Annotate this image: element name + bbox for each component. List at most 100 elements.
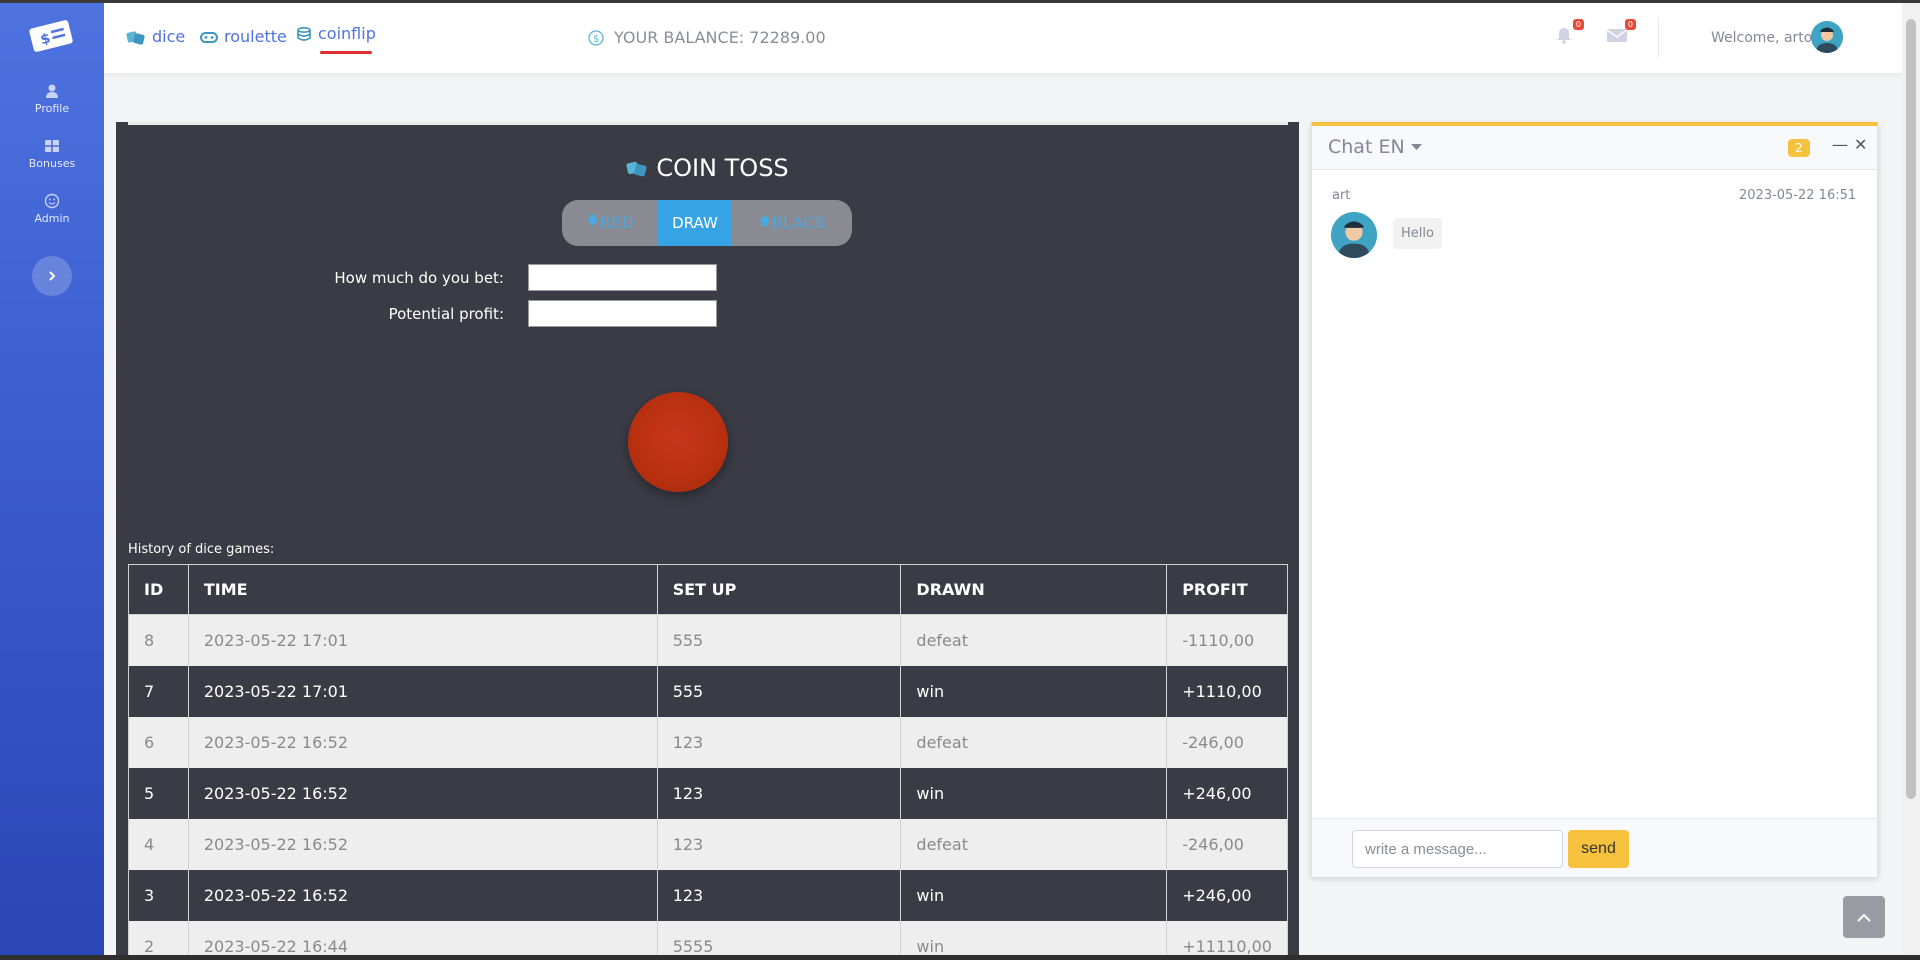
nav-label: dice: [152, 27, 186, 46]
panel-top-border: [128, 122, 1288, 125]
sidebar-toggle-button[interactable]: [32, 256, 72, 296]
chevron-right-icon: [49, 271, 56, 281]
chat-footer: send: [1312, 818, 1877, 877]
dice-icon: [126, 30, 145, 45]
red-option-button[interactable]: 🡇 RED: [562, 200, 658, 246]
nav-label: coinflip: [318, 24, 376, 43]
sidebar-item-label: Profile: [34, 102, 70, 115]
table-row: 5 2023-05-22 16:52 123 win +246,00: [128, 767, 1288, 819]
bet-input[interactable]: [528, 264, 717, 291]
smile-icon: [44, 193, 60, 209]
message-bubble: Hello: [1393, 218, 1442, 249]
profit-input[interactable]: [528, 300, 717, 327]
sidebar: $ Profile Bonuses Admin: [0, 0, 104, 960]
topbar: dice roulette coinflip $ YOUR BALANCE: 7…: [104, 3, 1902, 73]
close-icon[interactable]: ✕: [1854, 135, 1867, 154]
window-top-edge: [0, 0, 1920, 3]
cell-profit: -246,00: [1166, 818, 1288, 870]
cell-time: 2023-05-22 16:52: [187, 767, 658, 819]
sidebar-item-label: Admin: [34, 212, 70, 225]
column-header-time: TIME: [187, 564, 658, 615]
welcome-text[interactable]: Welcome, arto: [1711, 30, 1812, 46]
cell-setup: 123: [656, 767, 902, 819]
cell-drawn: defeat: [900, 818, 1168, 870]
coin-toss-panel: COIN TOSS 🡇 RED DRAW 🡅 BLACK How much do…: [116, 122, 1299, 960]
message-time: 2023-05-22 16:51: [1739, 188, 1857, 203]
table-row: 6 2023-05-22 16:52 123 defeat -246,00: [128, 716, 1288, 768]
chat-language-dropdown[interactable]: Chat EN: [1328, 136, 1422, 158]
gamepad-icon: [200, 31, 218, 43]
scroll-to-top-button[interactable]: [1843, 896, 1885, 938]
balance-display: $ YOUR BALANCE: 72289.00: [588, 28, 826, 47]
cell-drawn: defeat: [900, 716, 1168, 768]
draw-option-label: DRAW: [672, 214, 718, 232]
side-selector: 🡇 RED DRAW 🡅 BLACK: [562, 200, 852, 246]
history-table: ID TIME SET UP DRAWN PROFIT 8 2023-05-22…: [128, 564, 1288, 960]
dollar-circle-icon: $: [588, 29, 604, 46]
table-row: 4 2023-05-22 16:52 123 defeat -246,00: [128, 818, 1288, 870]
cell-setup: 123: [656, 869, 902, 921]
black-option-button[interactable]: 🡅 BLACK: [732, 200, 852, 246]
cell-drawn: defeat: [900, 614, 1168, 666]
grid-icon: [44, 138, 60, 154]
alerts-button[interactable]: 0: [1554, 19, 1584, 49]
cell-setup: 555: [656, 614, 902, 666]
table-header-row: ID TIME SET UP DRAWN PROFIT: [128, 564, 1288, 615]
chat-header: Chat EN 2 — ✕: [1312, 126, 1877, 170]
nav-link-coinflip[interactable]: coinflip: [296, 24, 376, 43]
column-header-setup: SET UP: [656, 564, 902, 615]
draw-option-button[interactable]: DRAW: [658, 200, 732, 246]
messages-button[interactable]: 0: [1606, 19, 1636, 49]
column-header-id: ID: [128, 564, 189, 615]
minimize-icon[interactable]: —: [1832, 135, 1848, 154]
window-bottom-edge: [0, 955, 1920, 960]
history-caption: History of dice games:: [128, 542, 275, 557]
arrow-up-icon: 🡅: [758, 214, 772, 229]
cell-drawn: win: [900, 869, 1168, 921]
cell-id: 4: [128, 818, 189, 870]
chat-message-input[interactable]: [1352, 830, 1563, 868]
page-scrollbar[interactable]: [1902, 3, 1920, 955]
bet-label: How much do you bet:: [334, 269, 504, 287]
game-title-text: COIN TOSS: [656, 154, 789, 182]
nav-link-dice[interactable]: dice: [126, 27, 185, 46]
user-avatar[interactable]: [1811, 21, 1843, 53]
cell-profit: -246,00: [1166, 716, 1288, 768]
cell-setup: 123: [656, 818, 902, 870]
sidebar-item-profile[interactable]: Profile: [0, 83, 104, 115]
cell-setup: 123: [656, 716, 902, 768]
game-title: COIN TOSS: [116, 154, 1299, 182]
brand-logo-icon[interactable]: $: [28, 18, 74, 54]
cell-id: 7: [128, 665, 189, 717]
cell-time: 2023-05-22 16:52: [187, 716, 658, 768]
chat-panel: Chat EN 2 — ✕ art 2023-05-22 16:51 Hello…: [1311, 122, 1878, 877]
black-option-label: BLACK: [771, 214, 826, 232]
send-button[interactable]: send: [1568, 830, 1629, 868]
chevron-up-icon: [1857, 913, 1871, 922]
cell-id: 3: [128, 869, 189, 921]
table-row: 7 2023-05-22 17:01 555 win +1110,00: [128, 665, 1288, 717]
messages-badge: 0: [1624, 19, 1636, 30]
sidebar-item-label: Bonuses: [28, 157, 76, 170]
cell-profit: -1110,00: [1166, 614, 1288, 666]
scrollbar-thumb[interactable]: [1906, 19, 1916, 799]
cell-time: 2023-05-22 16:52: [187, 818, 658, 870]
nav-label: roulette: [224, 27, 287, 46]
sidebar-item-admin[interactable]: Admin: [0, 193, 104, 225]
coins-icon: [297, 26, 311, 41]
sidebar-item-bonuses[interactable]: Bonuses: [0, 138, 104, 170]
user-icon: [44, 83, 60, 99]
cell-profit: +1110,00: [1166, 665, 1288, 717]
cell-drawn: win: [900, 665, 1168, 717]
alerts-badge: 0: [1572, 19, 1584, 30]
cell-setup: 555: [656, 665, 902, 717]
column-header-drawn: DRAWN: [900, 564, 1168, 615]
bell-icon: [1557, 28, 1571, 44]
active-nav-indicator: [320, 51, 372, 54]
coin-toss-button[interactable]: [628, 392, 728, 492]
dice-icon: [626, 161, 647, 177]
message-author: art: [1332, 188, 1351, 203]
nav-link-roulette[interactable]: roulette: [200, 27, 287, 46]
cell-id: 5: [128, 767, 189, 819]
balance-text: YOUR BALANCE: 72289.00: [614, 28, 826, 47]
